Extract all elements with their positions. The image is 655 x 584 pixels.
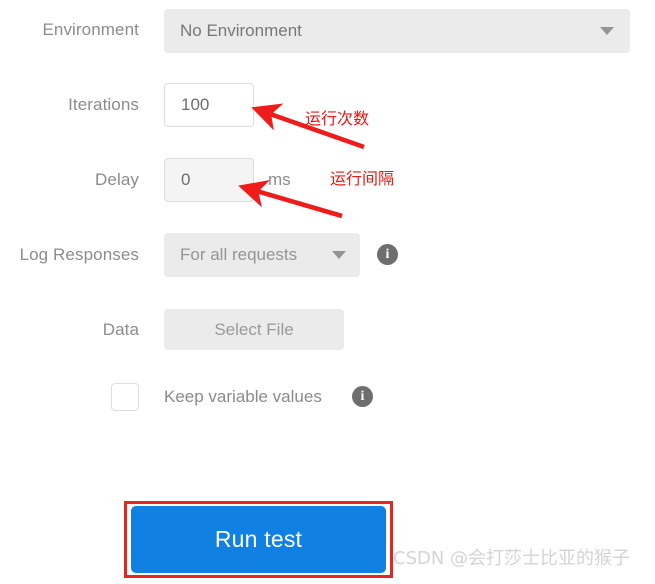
iterations-input[interactable]: 100: [164, 83, 254, 127]
arrow-to-delay: [238, 180, 343, 219]
annotation-delay-text: 运行间隔: [330, 169, 395, 188]
runner-settings-panel: Environment No Environment Iterations 10…: [0, 0, 655, 584]
keep-variable-values-checkbox[interactable]: [111, 383, 139, 411]
csdn-watermark: CSDN @会打莎士比亚的猴子: [393, 548, 631, 569]
chevron-down-icon: [332, 251, 346, 259]
iterations-value: 100: [181, 95, 210, 114]
info-icon[interactable]: i: [352, 386, 373, 407]
log-responses-selected-value: For all requests: [180, 245, 298, 264]
keep-variable-values-label: Keep variable values: [164, 387, 322, 406]
select-file-button[interactable]: Select File: [164, 309, 344, 350]
chevron-down-icon: [600, 27, 614, 35]
annotation-arrow-layer: [238, 103, 365, 219]
run-test-button[interactable]: Run test: [131, 506, 386, 573]
info-icon[interactable]: i: [377, 244, 398, 265]
log-responses-label: Log Responses: [19, 245, 139, 264]
delay-input[interactable]: 0: [164, 158, 254, 202]
delay-unit-label: ms: [268, 170, 291, 189]
delay-label: Delay: [95, 170, 139, 189]
iterations-label: Iterations: [68, 95, 139, 114]
log-responses-select[interactable]: For all requests: [164, 233, 360, 277]
environment-label: Environment: [42, 20, 139, 39]
data-label: Data: [102, 320, 139, 339]
delay-value: 0: [181, 170, 191, 189]
environment-selected-value: No Environment: [180, 21, 302, 40]
environment-select[interactable]: No Environment: [164, 9, 630, 53]
annotation-iterations-text: 运行次数: [305, 109, 370, 128]
